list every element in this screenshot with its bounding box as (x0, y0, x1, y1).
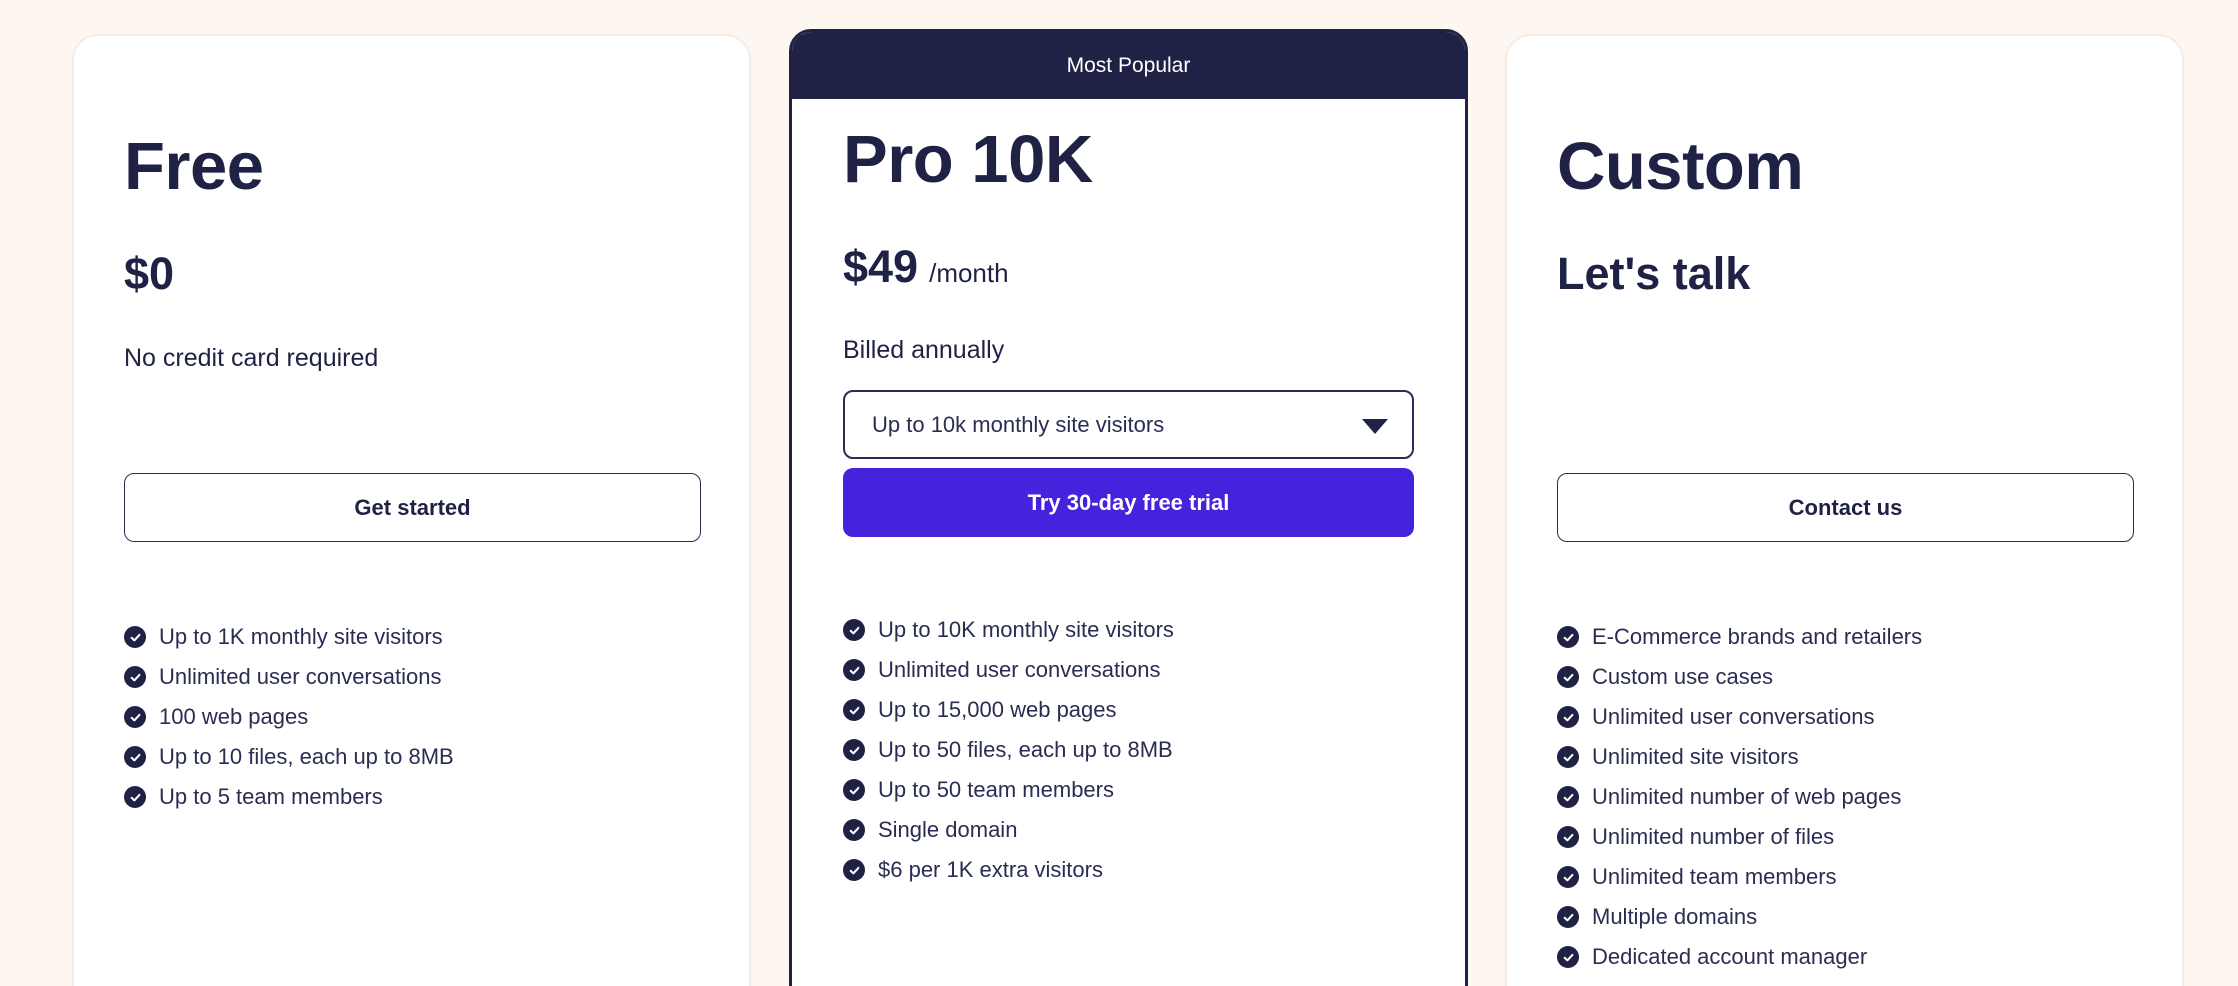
feature-item: Up to 50 team members (843, 770, 1174, 810)
check-circle-icon (843, 699, 865, 721)
get-started-button[interactable]: Get started (124, 473, 701, 542)
check-circle-icon (1557, 626, 1579, 648)
billing-period: /month (929, 258, 1009, 288)
feature-item: $6 per 1K extra visitors (843, 850, 1174, 890)
feature-text: Unlimited number of files (1592, 824, 1835, 849)
check-circle-icon (843, 859, 865, 881)
plan-name: Custom (1557, 129, 1804, 204)
feature-item: E-Commerce brands and retailers (1557, 617, 1922, 657)
caret-down-icon (1362, 418, 1388, 434)
feature-item: Up to 1K monthly site visitors (124, 617, 454, 657)
feature-list: Up to 10K monthly site visitors Unlimited… (843, 610, 1174, 890)
feature-item: Unlimited team members (1557, 857, 1922, 897)
feature-text: 100 web pages (159, 704, 309, 729)
check-circle-icon (1557, 906, 1579, 928)
check-circle-icon (1557, 746, 1579, 768)
check-circle-icon (124, 666, 146, 688)
feature-item: Unlimited user conversations (124, 657, 454, 697)
check-circle-icon (843, 779, 865, 801)
check-circle-icon (1557, 786, 1579, 808)
pricing-page: Free $0 No credit card required Get star… (0, 0, 2238, 986)
feature-text: Multiple domains (1592, 904, 1758, 929)
feature-item: Up to 15,000 web pages (843, 690, 1174, 730)
plan-card-custom: Custom Let's talk Contact us E-Commerce … (1505, 34, 2184, 986)
feature-text: $6 per 1K extra visitors (878, 857, 1103, 882)
feature-text: Unlimited site visitors (1592, 744, 1799, 769)
feature-text: Up to 50 team members (878, 777, 1114, 802)
plan-name: Free (124, 129, 264, 204)
feature-item: Single domain (843, 810, 1174, 850)
check-circle-icon (843, 659, 865, 681)
feature-item: Dedicated Slack channel (1557, 977, 1922, 986)
feature-item: Dedicated account manager (1557, 937, 1922, 977)
plan-name: Pro 10K (843, 122, 1093, 197)
check-circle-icon (1557, 706, 1579, 728)
feature-text: Up to 10K monthly site visitors (878, 617, 1174, 642)
feature-item: Up to 10K monthly site visitors (843, 610, 1174, 650)
feature-item: Up to 10 files, each up to 8MB (124, 737, 454, 777)
feature-text: Unlimited user conversations (878, 657, 1161, 682)
feature-item: Unlimited number of web pages (1557, 777, 1922, 817)
feature-item: Unlimited number of files (1557, 817, 1922, 857)
feature-list: E-Commerce brands and retailers Custom us… (1557, 617, 1922, 986)
feature-item: Up to 50 files, each up to 8MB (843, 730, 1174, 770)
feature-item: Unlimited site visitors (1557, 737, 1922, 777)
plan-card-pro: Most Popular Pro 10K $49 /month Billed a… (789, 29, 1468, 986)
check-circle-icon (843, 819, 865, 841)
feature-item: Custom use cases (1557, 657, 1922, 697)
feature-text: E-Commerce brands and retailers (1592, 624, 1923, 649)
feature-text: Up to 10 files, each up to 8MB (159, 744, 454, 769)
plan-price: Let's talk (1557, 248, 1751, 299)
price-row: $49 /month (843, 241, 1009, 293)
feature-text: Unlimited user conversations (159, 664, 442, 689)
most-popular-badge: Most Popular (792, 32, 1465, 99)
visitors-tier-select[interactable]: Up to 10k monthly site visitors (843, 390, 1414, 459)
check-circle-icon (843, 619, 865, 641)
check-circle-icon (124, 786, 146, 808)
feature-item: Unlimited user conversations (1557, 697, 1922, 737)
feature-text: Up to 15,000 web pages (878, 697, 1117, 722)
check-circle-icon (1557, 826, 1579, 848)
feature-text: Up to 5 team members (159, 784, 383, 809)
contact-us-button[interactable]: Contact us (1557, 473, 2134, 542)
feature-item: 100 web pages (124, 697, 454, 737)
feature-list: Up to 1K monthly site visitors Unlimited … (124, 617, 454, 817)
feature-text: Up to 1K monthly site visitors (159, 624, 443, 649)
price-row: Let's talk (1557, 248, 1750, 300)
feature-text: Custom use cases (1592, 664, 1773, 689)
visitors-tier-value: Up to 10k monthly site visitors (872, 411, 1165, 437)
feature-text: Up to 50 files, each up to 8MB (878, 737, 1173, 762)
plan-card-free: Free $0 No credit card required Get star… (72, 34, 751, 986)
feature-text: Single domain (878, 817, 1018, 842)
check-circle-icon (843, 739, 865, 761)
check-circle-icon (1557, 866, 1579, 888)
feature-text: Unlimited number of web pages (1592, 784, 1902, 809)
feature-item: Unlimited user conversations (843, 650, 1174, 690)
feature-text: Unlimited team members (1592, 864, 1837, 889)
check-circle-icon (124, 626, 146, 648)
price-note: Billed annually (843, 336, 1005, 364)
feature-text: Dedicated account manager (1592, 944, 1868, 969)
check-circle-icon (1557, 946, 1579, 968)
free-trial-button[interactable]: Try 30-day free trial (843, 468, 1414, 537)
check-circle-icon (124, 746, 146, 768)
feature-item: Multiple domains (1557, 897, 1922, 937)
feature-text: Unlimited user conversations (1592, 704, 1875, 729)
plan-price: $0 (124, 248, 175, 299)
price-row: $0 (124, 248, 174, 300)
feature-item: Up to 5 team members (124, 777, 454, 817)
check-circle-icon (124, 706, 146, 728)
plan-price: $49 (843, 241, 919, 292)
price-note: No credit card required (124, 344, 379, 372)
check-circle-icon (1557, 666, 1579, 688)
